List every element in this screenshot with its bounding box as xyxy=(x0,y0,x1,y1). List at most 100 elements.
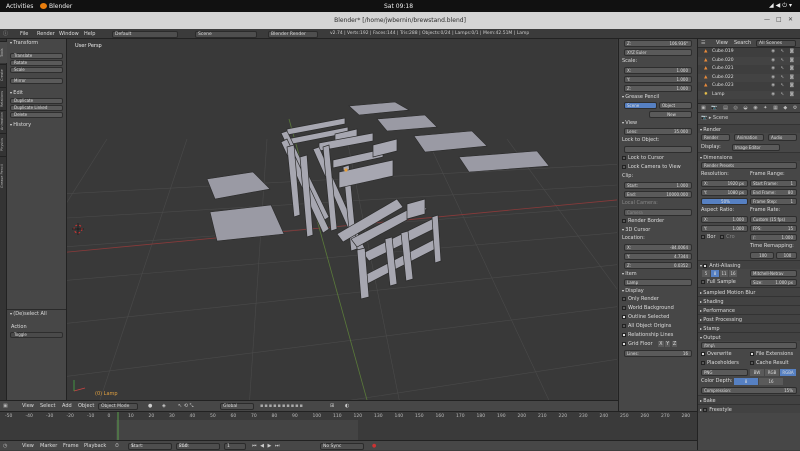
file-extensions-checkbox[interactable] xyxy=(750,352,754,356)
grease-pencil-header[interactable]: Grease Pencil xyxy=(619,93,697,101)
render-engine-selector[interactable]: Blender Render xyxy=(268,30,318,38)
app-menu[interactable]: Blender xyxy=(40,3,72,10)
maximize-icon[interactable]: □ xyxy=(776,17,782,23)
aa-samples-16[interactable]: 16 xyxy=(729,270,737,277)
aa-samples-8[interactable]: 8 xyxy=(711,270,719,277)
visibility-icons[interactable]: ◉ ⇖ ◙ xyxy=(771,82,796,91)
relationship-lines-checkbox[interactable]: Relationship Lines xyxy=(619,331,697,340)
display-mode-selector[interactable]: All Scenes xyxy=(756,40,796,47)
visibility-icons[interactable]: ◉ ⇖ ◙ xyxy=(771,57,796,66)
render-button[interactable]: Render xyxy=(701,134,730,141)
activities-button[interactable]: Activities xyxy=(6,3,33,10)
dimensions-section-header[interactable]: Dimensions xyxy=(698,152,800,161)
stamp-header[interactable]: Stamp xyxy=(698,323,800,332)
editor-type-icon[interactable]: ⓘ xyxy=(3,29,8,39)
cache-result-checkbox[interactable] xyxy=(750,361,754,365)
color-bw-button[interactable]: BW xyxy=(750,369,764,376)
local-camera-field[interactable]: Camera xyxy=(624,209,692,216)
scale-x-field[interactable]: X: 1.000 xyxy=(624,67,692,74)
scale-y-field[interactable]: Y: 1.000 xyxy=(624,76,692,83)
outliner-item[interactable]: ▲ Cube.019 ◉ ⇖ ◙ xyxy=(698,48,800,57)
item-panel-header[interactable]: Item xyxy=(619,270,697,278)
action-dropdown[interactable]: Toggle xyxy=(10,332,63,338)
tab-relations[interactable]: Relations xyxy=(0,87,7,109)
scale-button[interactable]: Scale xyxy=(10,67,63,73)
close-icon[interactable]: ✕ xyxy=(788,17,793,23)
color-rgba-button[interactable]: RGBA xyxy=(780,369,796,376)
system-menu[interactable]: ◢◀⏻▾ xyxy=(769,2,794,10)
sampled-motion-blur-header[interactable]: Sampled Motion Blur xyxy=(698,287,800,296)
menu-render[interactable]: Render xyxy=(37,29,55,39)
outline-selected-checkbox[interactable]: Outline Selected xyxy=(619,313,697,322)
end-frame-field[interactable]: End Frame: 80 xyxy=(750,189,797,196)
output-section-header[interactable]: Output xyxy=(698,332,800,341)
filter-size-field[interactable]: Size: 1.000 px xyxy=(750,279,797,286)
lock-cursor-checkbox[interactable]: Lock to Cursor xyxy=(619,154,697,163)
world-background-checkbox[interactable]: World Background xyxy=(619,304,697,313)
frame-step-field[interactable]: Frame Step: 1 xyxy=(750,198,797,205)
timeline-editor[interactable]: -50 -40 -30 -20 -10 0 10 20 30 40 50 60 70 80 90 100 110… xyxy=(0,411,697,441)
end-frame-field[interactable]: End: 250 xyxy=(176,442,220,450)
fps-preset-dropdown[interactable]: Custom (15 fps) xyxy=(750,216,797,223)
rotation-mode-dropdown[interactable]: XYZ Euler xyxy=(624,49,692,56)
translate-button[interactable]: Translate xyxy=(10,53,63,59)
shading-icon[interactable]: ● xyxy=(148,401,152,411)
res-x-field[interactable]: X: 1920 px xyxy=(701,180,748,187)
gp-object-tab[interactable]: Object xyxy=(659,102,692,109)
axis-x-toggle[interactable]: X xyxy=(658,341,664,347)
rotate-button[interactable]: Rotate xyxy=(10,60,63,66)
view-panel-header[interactable]: View xyxy=(619,119,697,127)
gp-new-button[interactable]: New xyxy=(649,111,692,118)
color-rgb-button[interactable]: RGB xyxy=(765,369,779,376)
full-sample-checkbox[interactable] xyxy=(701,280,705,284)
menu-select[interactable]: Select xyxy=(40,401,55,411)
grid-floor-row[interactable]: Grid Floor X Y Z xyxy=(619,340,697,349)
file-format-dropdown[interactable]: PNG xyxy=(701,369,748,376)
visibility-icons[interactable]: ◉ ⇖ ◙ xyxy=(771,74,796,83)
render-border-checkbox[interactable]: Render Border xyxy=(619,217,697,226)
start-frame-field[interactable]: Start Frame: 1 xyxy=(750,180,797,187)
tab-tools[interactable]: Tools xyxy=(0,41,7,63)
remap-old-field[interactable]: 100 xyxy=(750,252,774,259)
aspect-y-field[interactable]: Y: 1.000 xyxy=(701,225,748,232)
lens-field[interactable]: Lens: 35.000 xyxy=(624,128,692,135)
menu-file[interactable]: File xyxy=(20,29,28,39)
clip-end-field[interactable]: End: 10000.000 xyxy=(624,191,692,198)
fps-base-field[interactable]: /: 1.000 xyxy=(750,234,797,241)
sync-selector[interactable]: No Sync xyxy=(320,442,364,450)
outliner-item[interactable]: ▲ Cube.022 ◉ ⇖ ◙ xyxy=(698,73,800,83)
tab-grease-pencil[interactable]: Grease Pencil xyxy=(0,156,7,196)
render-view-icon[interactable]: ◐ xyxy=(345,401,349,411)
axis-z-toggle[interactable]: Z xyxy=(671,341,678,347)
mode-selector[interactable]: Object Mode xyxy=(98,402,138,410)
layout-selector[interactable]: Default xyxy=(112,30,178,38)
aa-enable-checkbox[interactable] xyxy=(703,264,708,268)
history-panel-header[interactable]: History xyxy=(7,121,66,129)
edit-panel-header[interactable]: Edit xyxy=(7,89,66,97)
properties-context-tabs[interactable]: ▣ 📷 ▤ ◎ ◒ ◉ ✦ ▦ ◆ ⚙ xyxy=(698,104,800,113)
shading-header[interactable]: Shading xyxy=(698,296,800,305)
depth-8-button[interactable]: 8 xyxy=(734,378,758,385)
overwrite-checkbox[interactable] xyxy=(701,352,705,356)
render-section-header[interactable]: Render xyxy=(698,124,800,133)
bake-header[interactable]: Bake xyxy=(698,395,800,404)
performance-header[interactable]: Performance xyxy=(698,305,800,314)
outliner-icon[interactable]: ☰ xyxy=(701,39,705,48)
duplicate-linked-button[interactable]: Duplicate Linked xyxy=(10,105,63,111)
gp-scene-tab[interactable]: Scene xyxy=(624,102,657,109)
3d-viewport[interactable]: User Persp (0) Lamp xyxy=(67,39,617,400)
border-checkbox[interactable] xyxy=(701,235,705,239)
cursor-y-field[interactable]: Y: 4.7344 xyxy=(624,253,692,260)
render-presets-dropdown[interactable]: Render Presets xyxy=(701,162,797,169)
start-frame-field[interactable]: Start: 1 xyxy=(128,442,172,450)
compression-slider[interactable]: Compression: 15% xyxy=(701,387,797,394)
aa-samples-5[interactable]: 5 xyxy=(702,270,710,277)
item-name-field[interactable]: Lamp xyxy=(624,279,692,286)
menu-view[interactable]: View xyxy=(22,401,34,411)
depth-16-button[interactable]: 16 xyxy=(759,378,783,385)
window-titlebar[interactable]: Blender* [/home/jwbernin/brewstand.blend… xyxy=(0,12,800,29)
menu-search[interactable]: Search xyxy=(734,39,751,48)
menu-object[interactable]: Object xyxy=(78,401,94,411)
scene-selector[interactable]: Scene xyxy=(195,30,257,38)
transform-panel-header[interactable]: Transform xyxy=(7,39,66,47)
